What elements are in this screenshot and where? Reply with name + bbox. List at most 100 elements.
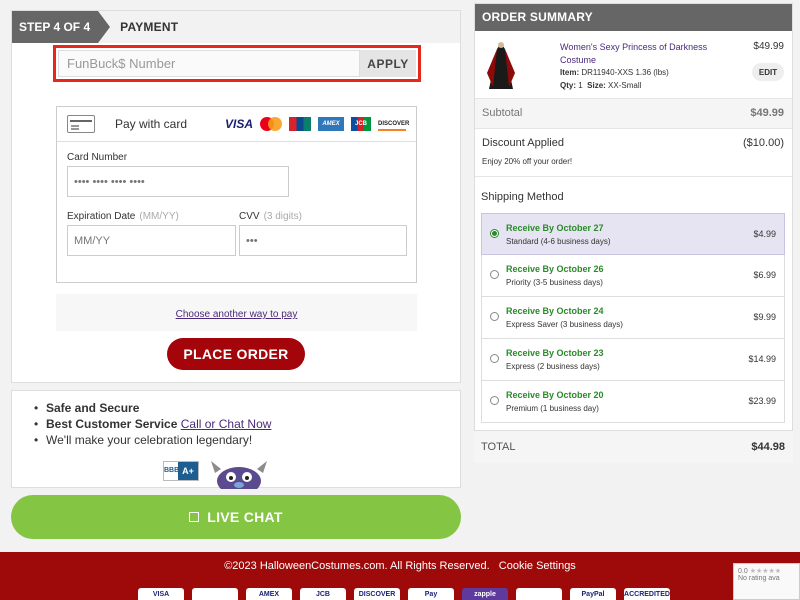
shipping-option[interactable]: Receive By October 27 Standard (4-6 busin… (481, 213, 785, 255)
bbb-badge[interactable]: BBB A+ (163, 461, 199, 481)
subtotal-value: $49.99 (750, 107, 784, 119)
cart-item: Women's Sexy Princess of Darkness Costum… (475, 31, 792, 99)
item-qty-size: Qty: 1 Size: XX-Small (560, 81, 642, 90)
amex-logo-icon: AMEX (318, 117, 344, 131)
expiration-input[interactable] (67, 225, 236, 256)
visa-badge-icon: VISA (138, 588, 184, 600)
total-row: TOTAL $44.98 (474, 430, 793, 463)
subtotal-row: Subtotal $49.99 (475, 99, 792, 129)
copyright-text: ©2023 HalloweenCostumes.com. All Rights … (224, 560, 490, 572)
subtotal-label: Subtotal (482, 107, 523, 119)
cookie-settings-link[interactable]: Cookie Settings (499, 560, 576, 572)
chat-icon (189, 512, 200, 522)
recaptcha-score: 0.0 (738, 568, 748, 575)
recaptcha-widget[interactable]: 0.0 ★★★★★ No rating ava (733, 563, 800, 600)
cvv-label: CVV (3 digits) (239, 211, 302, 222)
shipping-date: Receive By October 24 (506, 306, 604, 316)
order-summary-header: ORDER SUMMARY (475, 4, 792, 31)
trust-item: We'll make your celebration legendary! (32, 432, 271, 448)
apple-pay-badge-icon: Pay (408, 588, 454, 600)
trust-panel: Safe and Secure Best Customer Service Ca… (11, 390, 461, 489)
shipping-date: Receive By October 27 (506, 223, 604, 233)
mastercard-badge-icon (192, 588, 238, 600)
other-payment-row: Choose another way to pay (56, 294, 417, 331)
payment-badges: VISA AMEX JCB DISCOVER Pay zapple PayPal ACCRED… (138, 588, 670, 600)
card-logos: VISA AMEX JCB DISCOVER (224, 117, 409, 131)
item-price: $49.99 (753, 41, 784, 52)
shipping-price: $23.99 (748, 396, 776, 406)
cvv-input[interactable] (239, 225, 407, 256)
funbucks-input[interactable] (58, 50, 360, 77)
card-number-input[interactable] (67, 166, 289, 197)
unionpay-logo-icon (289, 117, 311, 131)
amex-badge-icon: AMEX (246, 588, 292, 600)
discover-badge-icon: DISCOVER (354, 588, 400, 600)
pay-with-card-label: Pay with card (115, 117, 188, 131)
shipping-option[interactable]: Receive By October 20 Premium (1 business… (481, 381, 785, 423)
shipping-option[interactable]: Receive By October 26 Priority (3-5 busin… (481, 255, 785, 297)
product-name-link[interactable]: Women's Sexy Princess of Darkness Costum… (560, 41, 720, 67)
card-form: Pay with card VISA AMEX JCB DISCOVER Car… (56, 106, 417, 283)
radio-button[interactable] (490, 354, 499, 363)
credit-card-icon (67, 115, 95, 133)
item-sku: Item: DR11940-XXS 1.36 (lbs) (560, 68, 669, 77)
discount-row: Discount Applied ($10.00) Enjoy 20% off … (475, 129, 792, 177)
funbucks-row: APPLY (53, 45, 421, 82)
paypal-badge-icon: PayPal (570, 588, 616, 600)
discount-note: Enjoy 20% off your order! (482, 157, 573, 166)
shipping-description: Premium (1 business day) (506, 404, 599, 413)
bbb-accredited-badge-icon: ACCREDITED (624, 588, 670, 600)
site-footer: ©2023 HalloweenCostumes.com. All Rights … (0, 552, 800, 600)
shipping-options: Receive By October 27 Standard (4-6 busin… (481, 213, 785, 423)
monster-mascot-icon (211, 461, 267, 489)
radio-button[interactable] (490, 270, 499, 279)
visa-logo-icon: VISA (224, 117, 253, 131)
payment-panel: STEP 4 OF 4 PAYMENT APPLY Pay with card … (11, 10, 461, 383)
expiration-hint: (MM/YY) (139, 211, 179, 222)
bbb-logo-icon: BBB (164, 462, 179, 480)
shipping-description: Express Saver (3 business days) (506, 320, 623, 329)
discount-label: Discount Applied (482, 137, 564, 149)
radio-button[interactable] (490, 396, 499, 405)
call-or-chat-link[interactable]: Call or Chat Now (181, 417, 272, 431)
step-title: PAYMENT (120, 20, 179, 34)
shipping-option[interactable]: Receive By October 23 Express (2 business… (481, 339, 785, 381)
radio-button[interactable] (490, 229, 499, 238)
shipping-date: Receive By October 23 (506, 348, 604, 358)
step-header: STEP 4 OF 4 PAYMENT (12, 11, 460, 43)
live-chat-label: LIVE CHAT (207, 509, 283, 525)
radio-button[interactable] (490, 312, 499, 321)
zelle-badge-icon: zapple (462, 588, 508, 600)
shipping-price: $9.99 (753, 312, 776, 322)
product-thumbnail[interactable] (483, 39, 519, 91)
shipping-description: Standard (4-6 business days) (506, 237, 611, 246)
shipping-option[interactable]: Receive By October 24 Express Saver (3 bu… (481, 297, 785, 339)
edit-item-button[interactable]: EDIT (752, 63, 784, 81)
place-order-button[interactable]: PLACE ORDER (167, 338, 305, 370)
live-chat-button[interactable]: LIVE CHAT (11, 495, 461, 539)
shipping-price: $6.99 (753, 270, 776, 280)
shipping-price: $4.99 (753, 229, 776, 239)
trust-item: Best Customer Service Call or Chat Now (32, 416, 271, 432)
shipping-price: $14.99 (748, 354, 776, 364)
rating-stars-icon: ★★★★★ (749, 568, 782, 575)
shipping-date: Receive By October 20 (506, 390, 604, 400)
discover-logo-icon: DISCOVER (378, 117, 409, 131)
recaptcha-label: No rating ava (738, 575, 780, 582)
shipping-description: Priority (3-5 business days) (506, 278, 603, 287)
discount-value: ($10.00) (743, 137, 784, 149)
jcb-badge-icon: JCB (300, 588, 346, 600)
shipping-method-title: Shipping Method (481, 191, 564, 203)
shipping-description: Express (2 business days) (506, 362, 600, 371)
paypal-alt-badge-icon (516, 588, 562, 600)
choose-another-way-link[interactable]: Choose another way to pay (176, 309, 298, 320)
bbb-rating: A+ (178, 462, 198, 480)
apply-button[interactable]: APPLY (360, 50, 416, 77)
expiration-label: Expiration Date (MM/YY) (67, 211, 179, 222)
trust-item: Safe and Secure (32, 400, 271, 416)
mastercard-logo-icon (260, 117, 282, 131)
copyright-line: ©2023 HalloweenCostumes.com. All Rights … (0, 560, 800, 572)
cvv-hint: (3 digits) (263, 211, 302, 222)
jcb-logo-icon: JCB (351, 117, 371, 131)
total-label: TOTAL (481, 441, 516, 453)
